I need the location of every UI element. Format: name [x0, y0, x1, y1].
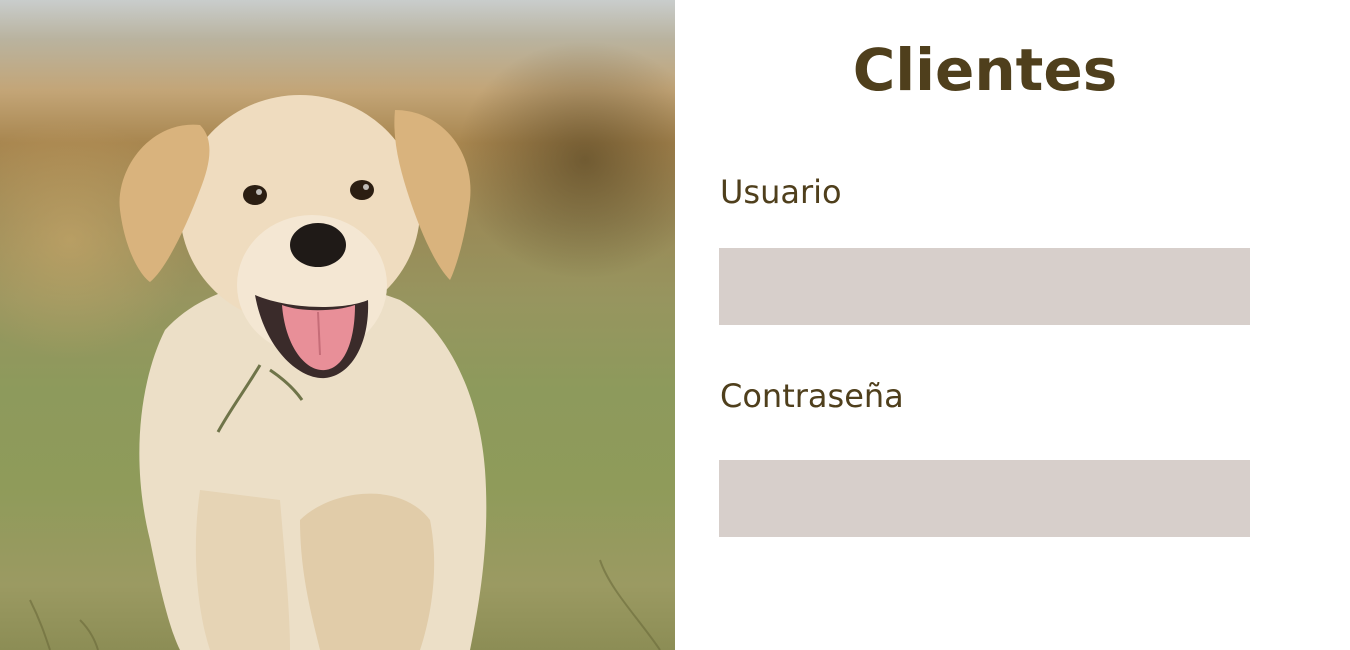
puppy-nose [290, 223, 346, 267]
login-page: Clientes Usuario Contraseña [0, 0, 1350, 650]
page-title: Clientes [852, 36, 1118, 104]
password-label: Contraseña [720, 377, 904, 415]
username-label: Usuario [720, 173, 842, 211]
username-input[interactable] [719, 248, 1250, 325]
puppy-illustration [29, 95, 661, 650]
puppy-left-eye [243, 185, 267, 205]
puppy-right-eye [350, 180, 374, 200]
password-input[interactable] [719, 460, 1250, 537]
hero-image [0, 0, 675, 650]
login-form-panel: Clientes Usuario Contraseña [675, 0, 1350, 650]
